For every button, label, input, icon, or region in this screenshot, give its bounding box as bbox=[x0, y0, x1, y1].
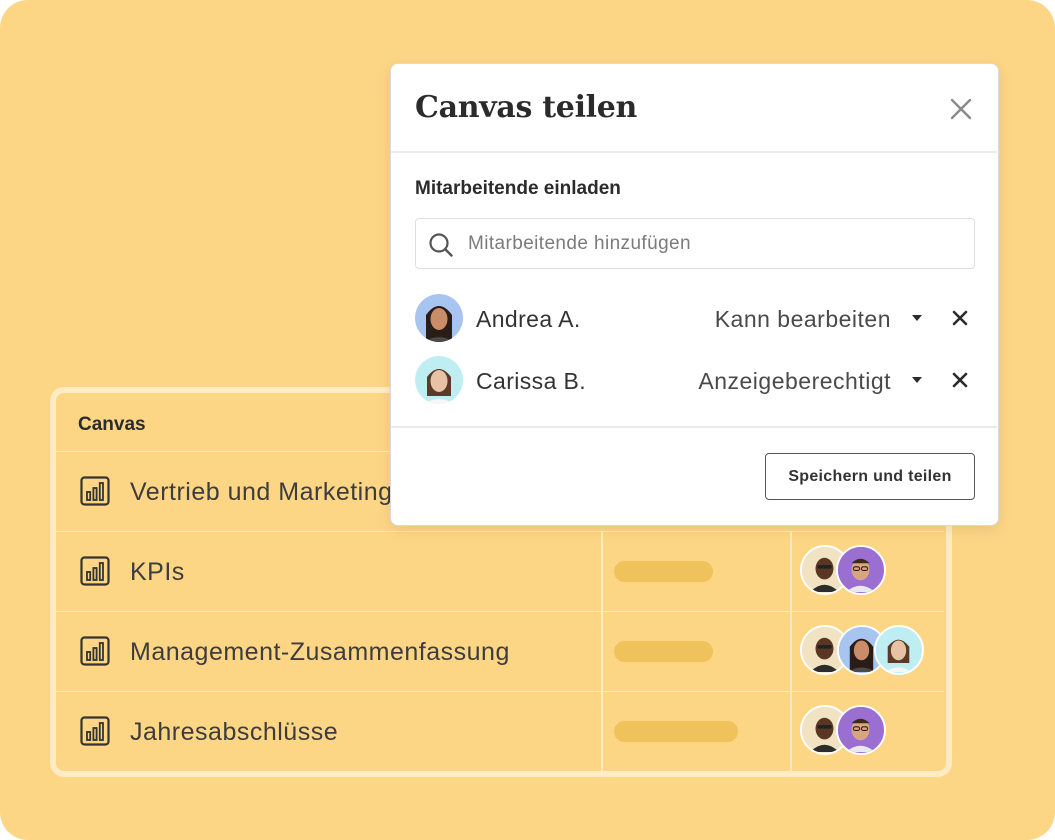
avatar bbox=[415, 356, 463, 404]
page-background: Canvas Vertrieb und Marketing KPIs Manag… bbox=[0, 0, 1055, 840]
column-divider bbox=[790, 531, 792, 771]
close-icon[interactable] bbox=[946, 94, 976, 124]
search-input[interactable] bbox=[466, 231, 960, 257]
permission-dropdown[interactable]: Anzeigeberechtigt bbox=[698, 368, 891, 395]
divider bbox=[391, 426, 997, 428]
member-row: Carissa B. Anzeigeberechtigt bbox=[415, 356, 975, 406]
caret-down-icon[interactable] bbox=[910, 375, 924, 385]
column-divider bbox=[601, 531, 603, 771]
table-row[interactable]: Management-Zusammenfassung bbox=[56, 611, 944, 691]
member-name: Carissa B. bbox=[476, 368, 587, 394]
avatar bbox=[836, 545, 886, 595]
canvas-name: Management-Zusammenfassung bbox=[130, 638, 510, 666]
avatar bbox=[415, 294, 463, 342]
caret-down-icon[interactable] bbox=[910, 313, 924, 323]
placeholder-bar bbox=[614, 721, 738, 742]
chart-icon bbox=[80, 476, 110, 506]
divider bbox=[391, 151, 997, 153]
permission-dropdown[interactable]: Kann bearbeiten bbox=[715, 306, 891, 333]
canvas-name: KPIs bbox=[130, 558, 185, 586]
share-canvas-dialog: Canvas teilen Mitarbeitende einladen And… bbox=[390, 63, 999, 526]
invite-section-label: Mitarbeitende einladen bbox=[415, 178, 621, 199]
column-header-canvas: Canvas bbox=[78, 414, 146, 435]
chart-icon bbox=[80, 636, 110, 666]
remove-member-icon[interactable] bbox=[951, 309, 969, 327]
save-and-share-button[interactable]: Speichern und teilen bbox=[765, 453, 975, 500]
placeholder-bar bbox=[614, 561, 713, 582]
avatar bbox=[836, 705, 886, 755]
member-name: Andrea A. bbox=[476, 306, 581, 332]
member-row: Andrea A. Kann bearbeiten bbox=[415, 294, 975, 344]
search-field[interactable] bbox=[415, 218, 975, 269]
avatar bbox=[874, 625, 924, 675]
canvas-name: Vertrieb und Marketing bbox=[130, 478, 393, 506]
table-row[interactable]: Jahresabschlüsse bbox=[56, 691, 944, 771]
search-icon bbox=[429, 233, 453, 257]
chart-icon bbox=[80, 716, 110, 746]
canvas-name: Jahresabschlüsse bbox=[130, 718, 339, 746]
chart-icon bbox=[80, 556, 110, 586]
table-row[interactable]: KPIs bbox=[56, 531, 944, 611]
dialog-title: Canvas teilen bbox=[415, 90, 638, 125]
remove-member-icon[interactable] bbox=[951, 371, 969, 389]
placeholder-bar bbox=[614, 641, 713, 662]
